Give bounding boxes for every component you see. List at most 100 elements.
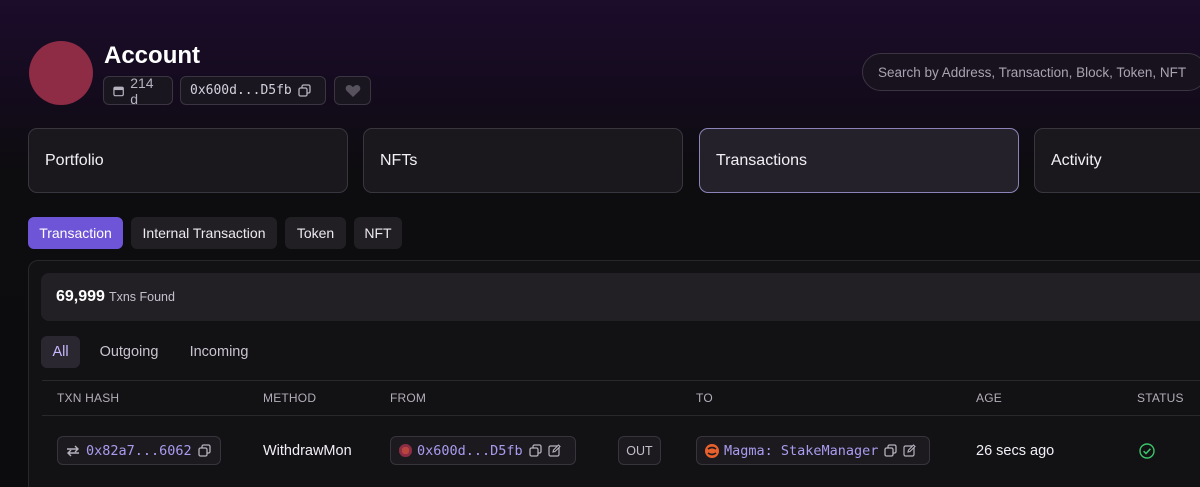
avatar-pixel xyxy=(69,73,77,81)
avatar-pixel xyxy=(69,49,77,57)
avatar-pixel xyxy=(69,97,77,105)
tab-activity[interactable]: Activity xyxy=(1034,128,1200,193)
avatar-pixel xyxy=(85,65,93,73)
col-from: FROM xyxy=(390,391,427,405)
avatar-pixel xyxy=(45,81,53,89)
avatar-pixel xyxy=(37,49,45,57)
avatar-pixel xyxy=(61,89,69,97)
filter-incoming[interactable]: Incoming xyxy=(178,336,260,368)
avatar-pixel xyxy=(53,49,61,57)
avatar-pixel xyxy=(37,81,45,89)
filter-outgoing[interactable]: Outgoing xyxy=(89,336,169,368)
avatar-pixel xyxy=(85,49,93,57)
avatar-pixel xyxy=(77,49,85,57)
avatar-pixel xyxy=(45,65,53,73)
tab-portfolio[interactable]: Portfolio xyxy=(28,128,348,193)
avatar-pixel xyxy=(37,41,45,49)
avatar xyxy=(29,41,93,105)
tab-label: Portfolio xyxy=(45,151,104,169)
avatar-pixel xyxy=(69,89,77,97)
avatar-pixel xyxy=(77,97,85,105)
avatar-pixel xyxy=(85,97,93,105)
avatar-pixel xyxy=(53,97,61,105)
avatar-pixel xyxy=(61,81,69,89)
filter-all[interactable]: All xyxy=(41,336,80,368)
avatar-pixel xyxy=(77,89,85,97)
account-address-chip[interactable]: 0x600d...D5fb xyxy=(180,76,326,105)
avatar-pixel xyxy=(45,73,53,81)
avatar-pixel xyxy=(53,73,61,81)
avatar-pixel xyxy=(45,49,53,57)
avatar-pixel xyxy=(45,57,53,65)
account-age-badge: 214 d xyxy=(103,74,173,107)
search-input[interactable]: Search by Address, Transaction, Block, T… xyxy=(862,53,1200,91)
avatar-pixel xyxy=(69,65,77,73)
edit-icon[interactable] xyxy=(903,444,917,457)
avatar-pixel xyxy=(69,81,77,89)
avatar-pixel xyxy=(85,41,93,49)
avatar-pixel xyxy=(29,41,37,49)
avatar-pixel xyxy=(85,57,93,65)
avatar-pixel xyxy=(29,73,37,81)
avatar-pixel xyxy=(77,73,85,81)
subtab-internal-transaction[interactable]: Internal Transaction xyxy=(131,217,277,249)
txn-method: WithdrawMon xyxy=(263,443,352,459)
avatar-pixel xyxy=(53,65,61,73)
avatar-pixel xyxy=(29,89,37,97)
to-address-link[interactable]: Magma: StakeManager xyxy=(696,436,930,465)
to-address: Magma: StakeManager xyxy=(724,442,879,459)
tab-transactions[interactable]: Transactions xyxy=(699,128,1019,193)
tab-label: Transactions xyxy=(716,151,807,169)
txn-hash: 0x82a7...6062 xyxy=(86,442,192,459)
account-address: 0x600d...D5fb xyxy=(190,83,292,98)
subtab-token[interactable]: Token xyxy=(285,217,346,249)
tab-label: NFTs xyxy=(380,151,418,169)
avatar-pixel xyxy=(69,57,77,65)
avatar-pixel xyxy=(29,97,37,105)
subtab-transaction[interactable]: Transaction xyxy=(28,217,123,249)
avatar-pixel xyxy=(37,97,45,105)
search-placeholder: Search by Address, Transaction, Block, T… xyxy=(878,64,1187,80)
page-title: Account xyxy=(104,42,200,69)
copy-icon[interactable] xyxy=(198,444,211,457)
edit-icon[interactable] xyxy=(548,444,561,457)
tab-nfts[interactable]: NFTs xyxy=(363,128,683,193)
subtab-nft[interactable]: NFT xyxy=(354,217,402,249)
account-age-text: 214 d xyxy=(130,74,154,107)
avatar-pixel xyxy=(85,81,93,89)
avatar-pixel xyxy=(29,57,37,65)
avatar-pixel xyxy=(53,89,61,97)
favorite-button[interactable] xyxy=(334,76,371,105)
avatar-pixel xyxy=(53,41,61,49)
magma-logo-icon xyxy=(705,443,719,458)
avatar-pixel xyxy=(37,89,45,97)
txns-found-bar: 69,999 Txns Found xyxy=(41,273,1200,321)
check-circle-icon xyxy=(1139,443,1155,459)
avatar-pixel xyxy=(29,49,37,57)
tab-label: Activity xyxy=(1051,151,1102,169)
txns-count-label: Txns Found xyxy=(108,290,175,304)
avatar-pixel xyxy=(61,65,69,73)
copy-icon[interactable] xyxy=(298,84,311,97)
avatar-pixel xyxy=(61,57,69,65)
avatar-pixel xyxy=(37,57,45,65)
avatar-pixel xyxy=(45,41,53,49)
avatar-pixel xyxy=(29,81,37,89)
copy-icon[interactable] xyxy=(884,444,898,457)
avatar-pixel xyxy=(77,41,85,49)
from-address-link[interactable]: 0x600d...D5fb xyxy=(390,436,576,465)
col-method: METHOD xyxy=(263,391,317,405)
avatar-pixel xyxy=(61,97,69,105)
avatar-pixel xyxy=(69,41,77,49)
avatar-pixel xyxy=(45,97,53,105)
copy-icon[interactable] xyxy=(529,444,542,457)
avatar-pixel xyxy=(77,81,85,89)
col-status: STATUS xyxy=(1137,391,1184,405)
avatar-pixel xyxy=(37,65,45,73)
avatar-pixel xyxy=(77,65,85,73)
col-txn-hash: TXN HASH xyxy=(57,391,120,405)
calendar-icon xyxy=(113,86,124,96)
avatar-pixel xyxy=(85,73,93,81)
col-to: TO xyxy=(696,391,713,405)
txn-hash-link[interactable]: 0x82a7...6062 xyxy=(57,436,221,465)
